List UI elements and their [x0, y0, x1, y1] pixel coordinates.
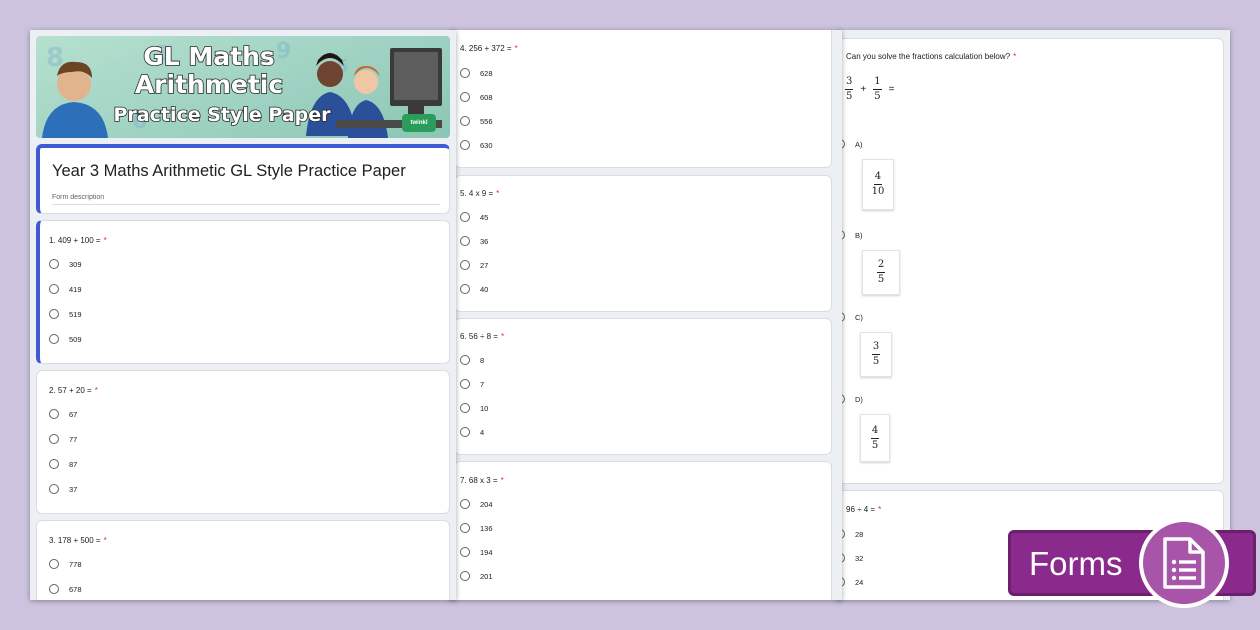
question-card-2: 2. 57 + 20 = * 67 77 87 37: [36, 370, 450, 514]
radio-button[interactable]: [49, 284, 59, 294]
question-card-4: 4. 256 + 372 = * 628 608 556 630: [454, 30, 832, 168]
option-67[interactable]: 67: [49, 409, 77, 419]
option-7[interactable]: 7: [460, 379, 484, 389]
form-header-card: Year 3 Maths Arithmetic GL Style Practic…: [36, 144, 450, 214]
option-678[interactable]: 678: [49, 584, 82, 594]
radio-button[interactable]: [49, 309, 59, 319]
question-card-6: 6. 56 ÷ 8 = * 8 7 10 4: [454, 318, 832, 455]
form-page-2: 4. 256 + 372 = * 628 608 556 630 5. 4 x 9…: [450, 30, 842, 600]
question-card-1: 1. 409 + 100 = * 309 419 519 509: [36, 220, 450, 364]
radio-button[interactable]: [460, 212, 470, 222]
radio-button[interactable]: [460, 403, 470, 413]
document-list-icon: [1163, 537, 1205, 589]
option-608[interactable]: 608: [460, 92, 493, 102]
option-509[interactable]: 509: [49, 334, 82, 344]
fraction-three-fifths: 35: [845, 76, 854, 102]
radio-button[interactable]: [460, 547, 470, 557]
radio-button[interactable]: [460, 260, 470, 270]
radio-button[interactable]: [49, 334, 59, 344]
radio-button[interactable]: [460, 284, 470, 294]
question-title: Can you solve the fractions calculation …: [846, 52, 1017, 61]
option-45[interactable]: 45: [460, 212, 488, 222]
header-banner: 8 3 9 5 6 GL Maths Arithmetic Practice S…: [36, 36, 450, 138]
question-title: 5. 4 x 9 = *: [460, 189, 500, 198]
radio-button[interactable]: [460, 236, 470, 246]
form-page-1: 8 3 9 5 6 GL Maths Arithmetic Practice S…: [30, 30, 456, 600]
banner-title-line-1: GL Maths: [142, 41, 275, 72]
equals-sign: =: [888, 84, 895, 95]
option-77[interactable]: 77: [49, 434, 77, 444]
option-4[interactable]: 4: [460, 427, 484, 437]
fraction-expression: 35 + 15 =: [845, 77, 894, 102]
option-40[interactable]: 40: [460, 284, 488, 294]
radio-button[interactable]: [460, 571, 470, 581]
option-778[interactable]: 778: [49, 559, 82, 569]
question-title: 7. 68 x 3 = *: [460, 476, 504, 485]
radio-button[interactable]: [460, 379, 470, 389]
twinkl-logo: twinkl: [402, 114, 436, 132]
form-title: Year 3 Maths Arithmetic GL Style Practic…: [52, 162, 406, 180]
question-title: 2. 57 + 20 = *: [49, 386, 98, 395]
radio-button[interactable]: [49, 459, 59, 469]
plus-sign: +: [860, 84, 867, 95]
form-description[interactable]: Form description: [52, 194, 440, 205]
question-card-7: 7. 68 x 3 = * 204 136 194 201: [454, 461, 832, 600]
radio-button[interactable]: [49, 559, 59, 569]
banner-title-line-2: Arithmetic: [134, 69, 284, 100]
option-27[interactable]: 27: [460, 260, 488, 270]
question-title: 6. 56 ÷ 8 = *: [460, 332, 505, 341]
radio-button[interactable]: [460, 355, 470, 365]
radio-button[interactable]: [460, 68, 470, 78]
option-628[interactable]: 628: [460, 68, 493, 78]
option-37[interactable]: 37: [49, 484, 77, 494]
option-194[interactable]: 194: [460, 547, 493, 557]
option-630[interactable]: 630: [460, 140, 493, 150]
forms-badge-label: Forms: [1029, 545, 1123, 582]
question-title: 96 ÷ 4 = *: [846, 505, 882, 514]
banner-subtitle: Practice Style Paper: [113, 103, 332, 127]
question-title: 3. 178 + 500 = *: [49, 536, 107, 545]
option-b-image: 25: [862, 250, 900, 295]
radio-button[interactable]: [460, 427, 470, 437]
radio-button[interactable]: [49, 409, 59, 419]
option-8[interactable]: 8: [460, 355, 484, 365]
radio-button[interactable]: [49, 584, 59, 594]
option-87[interactable]: 87: [49, 459, 77, 469]
option-556[interactable]: 556: [460, 116, 493, 126]
question-card-fractions: Can you solve the fractions calculation …: [836, 38, 1224, 484]
question-title: 1. 409 + 100 = *: [49, 236, 107, 245]
radio-button[interactable]: [460, 523, 470, 533]
option-c-image: 35: [860, 332, 892, 377]
question-card-5: 5. 4 x 9 = * 45 36 27 40: [454, 175, 832, 312]
question-card-3: 3. 178 + 500 = * 778 678: [36, 520, 450, 600]
option-204[interactable]: 204: [460, 499, 493, 509]
radio-button[interactable]: [460, 92, 470, 102]
option-a-image: 4 10: [862, 159, 894, 210]
option-d-image: 45: [860, 414, 890, 462]
option-201[interactable]: 201: [460, 571, 493, 581]
fraction-one-fifth: 15: [873, 76, 882, 102]
radio-button[interactable]: [460, 116, 470, 126]
question-title: 4. 256 + 372 = *: [460, 44, 518, 53]
radio-button[interactable]: [49, 484, 59, 494]
option-309[interactable]: 309: [49, 259, 82, 269]
form-page-3: Can you solve the fractions calculation …: [836, 30, 1230, 600]
option-36[interactable]: 36: [460, 236, 488, 246]
radio-button[interactable]: [460, 499, 470, 509]
option-10[interactable]: 10: [460, 403, 488, 413]
radio-button[interactable]: [49, 259, 59, 269]
option-419[interactable]: 419: [49, 284, 82, 294]
forms-document-icon: [1139, 518, 1229, 608]
radio-button[interactable]: [49, 434, 59, 444]
option-519[interactable]: 519: [49, 309, 82, 319]
radio-button[interactable]: [460, 140, 470, 150]
option-136[interactable]: 136: [460, 523, 493, 533]
